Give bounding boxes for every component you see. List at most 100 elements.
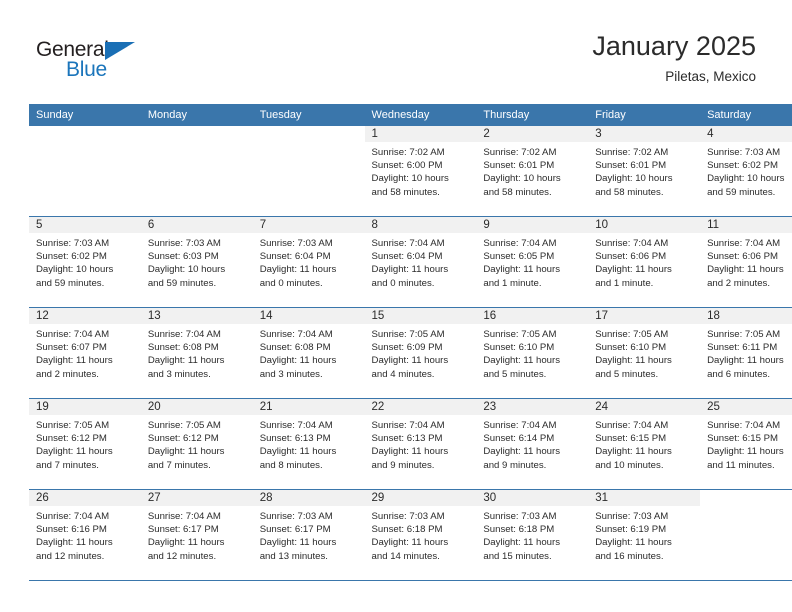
day-detail-line: Sunrise: 7:04 AM (371, 238, 445, 249)
day-detail-line: Sunset: 6:12 PM (36, 433, 107, 445)
weekday-header-row: Sunday Monday Tuesday Wednesday Thursday Frid… (29, 104, 792, 126)
calendar-cell: 28 Sunrise: 7:03 AM Sunset: 6:17 PM Dayligh… (252, 489, 365, 581)
day-number: 29 (364, 490, 477, 506)
day-detail-line: Daylight: 11 hours (707, 446, 784, 458)
day-details (29, 142, 141, 146)
day-number: 22 (364, 399, 477, 415)
day-cell-31[interactable]: 31 Sunrise: 7:03 AM Sunset: 6:19 PM Dayligh… (588, 490, 701, 579)
day-details: Sunrise: 7:03 AM Sunset: 6:04 PM Daylight:… (253, 233, 365, 290)
calendar-table: Sunday Monday Tuesday Wednesday Thursday Frid… (29, 104, 792, 581)
day-cell-15[interactable]: 15 Sunrise: 7:05 AM Sunset: 6:09 PM Dayligh… (364, 308, 477, 397)
day-number: 31 (588, 490, 701, 506)
day-detail-line: Daylight: 11 hours (259, 446, 337, 458)
calendar-cell: 15 Sunrise: 7:05 AM Sunset: 6:09 PM Dayligh… (364, 307, 477, 399)
day-cell-13[interactable]: 13 Sunrise: 7:04 AM Sunset: 6:08 PM Dayligh… (140, 308, 253, 397)
day-cell-16[interactable]: 16 Sunrise: 7:05 AM Sunset: 6:10 PM Dayligh… (476, 308, 589, 397)
day-cell-14[interactable]: 14 Sunrise: 7:04 AM Sunset: 6:08 PM Dayligh… (252, 308, 365, 397)
day-detail-line: Daylight: 11 hours (483, 537, 560, 549)
day-detail-line: Daylight: 11 hours (707, 355, 784, 367)
day-cell-24[interactable]: 24 Sunrise: 7:04 AM Sunset: 6:15 PM Dayligh… (588, 399, 701, 488)
day-detail-line: Sunset: 6:15 PM (707, 433, 778, 445)
day-detail-line: and 8 minutes. (259, 459, 323, 471)
day-number: 4 (700, 126, 792, 142)
day-detail-line: and 7 minutes. (36, 459, 99, 471)
calendar-week-row: 1 Sunrise: 7:02 AM Sunset: 6:00 PM Daylight… (29, 126, 792, 217)
calendar-cell: 11 Sunrise: 7:04 AM Sunset: 6:06 PM Dayligh… (700, 216, 792, 308)
day-cell-3[interactable]: 3 Sunrise: 7:02 AM Sunset: 6:01 PM Daylight… (588, 126, 701, 215)
day-cell-19[interactable]: 19 Sunrise: 7:05 AM Sunset: 6:12 PM Dayligh… (29, 399, 141, 488)
day-detail-line: Sunrise: 7:03 AM (595, 511, 669, 522)
day-detail-line: Daylight: 11 hours (371, 446, 449, 458)
day-detail-line: Sunset: 6:02 PM (36, 251, 107, 263)
calendar-cell: 4 Sunrise: 7:03 AM Sunset: 6:02 PM Daylight… (700, 126, 792, 217)
calendar-cell: 2 Sunrise: 7:02 AM Sunset: 6:01 PM Daylight… (476, 126, 589, 217)
day-cell-1[interactable]: 1 Sunrise: 7:02 AM Sunset: 6:00 PM Daylight… (364, 126, 477, 215)
day-number (141, 126, 253, 142)
day-cell-2[interactable]: 2 Sunrise: 7:02 AM Sunset: 6:01 PM Daylight… (476, 126, 589, 215)
day-cell-21[interactable]: 21 Sunrise: 7:04 AM Sunset: 6:13 PM Dayligh… (252, 399, 365, 488)
day-cell-29[interactable]: 29 Sunrise: 7:03 AM Sunset: 6:18 PM Dayligh… (364, 490, 477, 579)
day-cell-22[interactable]: 22 Sunrise: 7:04 AM Sunset: 6:13 PM Dayligh… (364, 399, 477, 488)
day-detail-line: Sunrise: 7:05 AM (595, 329, 669, 340)
day-detail-line: Sunset: 6:16 PM (36, 524, 107, 536)
day-cell-28[interactable]: 28 Sunrise: 7:03 AM Sunset: 6:17 PM Dayligh… (252, 490, 365, 579)
day-cell-26[interactable]: 26 Sunrise: 7:04 AM Sunset: 6:16 PM Dayligh… (29, 490, 141, 579)
calendar-week-row: 5 Sunrise: 7:03 AM Sunset: 6:02 PM Daylight… (29, 216, 792, 308)
day-detail-line: Daylight: 10 hours (147, 264, 226, 276)
calendar-week-row: 12 Sunrise: 7:04 AM Sunset: 6:07 PM Dayligh… (29, 307, 792, 399)
day-cell-20[interactable]: 20 Sunrise: 7:05 AM Sunset: 6:12 PM Dayligh… (140, 399, 253, 488)
day-cell-18[interactable]: 18 Sunrise: 7:05 AM Sunset: 6:11 PM Dayligh… (700, 308, 792, 397)
calendar-cell: 22 Sunrise: 7:04 AM Sunset: 6:13 PM Dayligh… (364, 398, 477, 490)
day-number: 1 (364, 126, 477, 142)
day-detail-line: Sunset: 6:18 PM (371, 524, 443, 536)
day-detail-line: Sunset: 6:01 PM (595, 160, 667, 172)
day-detail-line: and 2 minutes. (707, 277, 770, 289)
day-details: Sunrise: 7:03 AM Sunset: 6:18 PM Daylight:… (365, 506, 477, 563)
day-cell-4[interactable]: 4 Sunrise: 7:03 AM Sunset: 6:02 PM Daylight… (700, 126, 792, 215)
day-cell-27[interactable]: 27 Sunrise: 7:04 AM Sunset: 6:17 PM Dayligh… (140, 490, 253, 579)
day-detail-line: Sunrise: 7:03 AM (147, 238, 221, 249)
day-cell-5[interactable]: 5 Sunrise: 7:03 AM Sunset: 6:02 PM Daylight… (29, 217, 141, 306)
day-cell-25[interactable]: 25 Sunrise: 7:04 AM Sunset: 6:15 PM Dayligh… (700, 399, 792, 488)
generalblue-logo[interactable]: General Blue (36, 38, 166, 84)
logo-triangle-icon (105, 42, 135, 60)
page-title: January 2025 (592, 31, 756, 61)
day-detail-line: Sunrise: 7:05 AM (36, 420, 110, 431)
day-detail-line: and 58 minutes. (595, 186, 664, 198)
day-cell-7[interactable]: 7 Sunrise: 7:03 AM Sunset: 6:04 PM Daylight… (252, 217, 365, 306)
day-number (29, 126, 141, 142)
calendar-cell: 23 Sunrise: 7:04 AM Sunset: 6:14 PM Dayligh… (476, 398, 589, 490)
day-number: 10 (588, 217, 701, 233)
day-detail-line: Daylight: 11 hours (36, 537, 113, 549)
day-detail-line: and 58 minutes. (483, 186, 552, 198)
calendar-cell: 12 Sunrise: 7:04 AM Sunset: 6:07 PM Dayligh… (29, 307, 141, 399)
weekday-header-sunday: Sunday (29, 104, 141, 126)
day-cell-11[interactable]: 11 Sunrise: 7:04 AM Sunset: 6:06 PM Dayligh… (700, 217, 792, 306)
day-detail-line: Daylight: 11 hours (259, 355, 337, 367)
day-detail-line: Sunset: 6:11 PM (707, 342, 778, 354)
day-details: Sunrise: 7:04 AM Sunset: 6:04 PM Daylight:… (365, 233, 477, 290)
day-detail-line: Sunset: 6:14 PM (483, 433, 555, 445)
day-cell-8[interactable]: 8 Sunrise: 7:04 AM Sunset: 6:04 PM Daylight… (364, 217, 477, 306)
day-number: 13 (140, 308, 253, 324)
day-detail-line: Daylight: 10 hours (371, 173, 449, 185)
day-detail-line: Daylight: 11 hours (595, 355, 672, 367)
day-details: Sunrise: 7:03 AM Sunset: 6:03 PM Daylight:… (141, 233, 253, 290)
day-cell-12[interactable]: 12 Sunrise: 7:04 AM Sunset: 6:07 PM Dayligh… (29, 308, 141, 397)
day-cell-23[interactable]: 23 Sunrise: 7:04 AM Sunset: 6:14 PM Dayligh… (476, 399, 589, 488)
weekday-header-tuesday: Tuesday (252, 104, 365, 126)
day-cell-10[interactable]: 10 Sunrise: 7:04 AM Sunset: 6:06 PM Dayligh… (588, 217, 701, 306)
day-cell-9[interactable]: 9 Sunrise: 7:04 AM Sunset: 6:05 PM Daylight… (476, 217, 589, 306)
day-cell-30[interactable]: 30 Sunrise: 7:03 AM Sunset: 6:18 PM Dayligh… (476, 490, 589, 579)
day-cell-6[interactable]: 6 Sunrise: 7:03 AM Sunset: 6:03 PM Daylight… (140, 217, 253, 306)
day-cell-empty (141, 126, 253, 215)
day-detail-line: and 11 minutes. (707, 459, 775, 471)
calendar-cell: 19 Sunrise: 7:05 AM Sunset: 6:12 PM Dayligh… (29, 398, 141, 490)
day-detail-line: Daylight: 11 hours (147, 446, 225, 458)
day-detail-line: Sunrise: 7:03 AM (36, 238, 110, 249)
day-detail-line: Sunrise: 7:04 AM (371, 420, 445, 431)
day-number: 2 (476, 126, 589, 142)
day-detail-line: Sunset: 6:12 PM (147, 433, 219, 445)
day-cell-17[interactable]: 17 Sunrise: 7:05 AM Sunset: 6:10 PM Dayligh… (588, 308, 701, 397)
day-number: 20 (140, 399, 253, 415)
